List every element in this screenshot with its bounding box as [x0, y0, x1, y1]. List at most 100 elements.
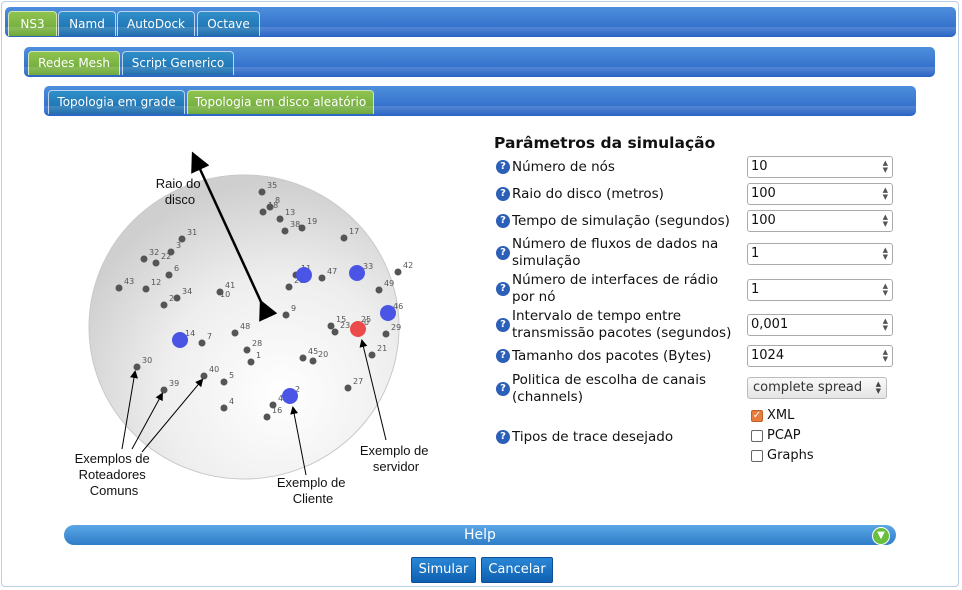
spinner-arrows-icon[interactable]: ▲ ▼ [883, 318, 888, 332]
help-icon[interactable]: ? [496, 382, 510, 396]
router-node [344, 384, 352, 392]
node-number-label: 6 [174, 264, 179, 273]
node-number-label: 7 [207, 332, 212, 341]
router-node [331, 328, 339, 336]
radius-input[interactable]: 100 ▲ ▼ [747, 183, 893, 205]
pcap-checkbox[interactable] [751, 430, 763, 442]
input-value: 100 [751, 213, 776, 228]
help-icon[interactable]: ? [496, 187, 510, 201]
tab-topologia-disco[interactable]: Topologia em disco aleatório [187, 90, 374, 114]
param-label: Número de nós [512, 159, 615, 175]
input-value: 100 [751, 186, 776, 201]
input-value: 10 [751, 159, 768, 174]
router-node [167, 248, 175, 256]
router-node [231, 329, 239, 337]
time-input[interactable]: 100 ▲ ▼ [747, 210, 893, 232]
router-node [263, 413, 271, 421]
router-node [160, 386, 168, 394]
router-node [298, 224, 306, 232]
node-number-label: 26 [169, 294, 179, 303]
help-icon[interactable]: ? [496, 349, 510, 363]
checkbox-label: Graphs [767, 448, 814, 463]
tab-redes-mesh[interactable]: Redes Mesh [28, 51, 120, 75]
node-number-label: 20 [318, 350, 328, 359]
tab-octave[interactable]: Octave [197, 11, 260, 36]
node-number-label: 12 [151, 278, 161, 287]
params-title: Parâmetros da simulação [494, 134, 716, 152]
node-number-label: 10 [220, 290, 230, 299]
router-node [140, 255, 148, 263]
node-number-label: 16 [272, 406, 282, 415]
client-node [282, 388, 298, 404]
xml-checkbox[interactable]: ✓ [751, 410, 763, 422]
node-number-label: 34 [182, 287, 192, 296]
router-node [152, 259, 160, 267]
help-icon[interactable]: ? [496, 246, 510, 260]
topology-diagram: 3518813381931173222364312342641101147334… [75, 151, 432, 506]
cancel-button[interactable]: Cancelar [481, 557, 553, 583]
node-number-label: 8 [275, 196, 280, 205]
input-value: 1 [751, 282, 760, 297]
server-label: Exemplo de servidor [360, 443, 432, 474]
node-number-label: 39 [169, 379, 179, 388]
tab-namd[interactable]: Namd [58, 11, 116, 36]
router-node [247, 358, 255, 366]
router-node [394, 268, 402, 276]
router-node [282, 311, 290, 319]
blue-node [380, 305, 396, 321]
spinner-arrows-icon[interactable]: ▲ ▼ [883, 214, 888, 228]
interfaces-input[interactable]: 1 ▲ ▼ [747, 279, 893, 301]
sub-tabbar: Redes Mesh Script Generico [24, 47, 935, 77]
router-node [281, 227, 289, 235]
tab-topologia-grade[interactable]: Topologia em grade [48, 90, 185, 114]
interval-input[interactable]: 0,001 ▲ ▼ [747, 314, 893, 336]
param-label-line: (channels) [512, 389, 583, 405]
param-label-line: Número de fluxos de dados na [512, 236, 719, 252]
tab-ns3[interactable]: NS3 [8, 11, 57, 36]
nodes-input[interactable]: 10 ▲ ▼ [747, 156, 893, 178]
param-label: Número de fluxos de dados na simulação [512, 236, 718, 270]
policy-select[interactable]: complete spread ▲ ▼ [747, 377, 887, 399]
flows-input[interactable]: 1 ▲ ▼ [747, 243, 893, 265]
param-label-line: por nó [512, 289, 556, 305]
node-number-label: 41 [225, 281, 235, 290]
spinner-arrows-icon[interactable]: ▲ ▼ [883, 187, 888, 201]
node-number-label: 33 [363, 262, 373, 271]
router-node [318, 274, 326, 282]
tab-autodock[interactable]: AutoDock [117, 11, 195, 36]
graphs-checkbox[interactable] [751, 450, 763, 462]
help-accordion[interactable]: Help ▼ [64, 525, 896, 545]
help-icon[interactable]: ? [496, 318, 510, 332]
node-number-label: 19 [307, 217, 317, 226]
param-label-line: Politica de escolha de canais [512, 372, 706, 388]
router-node [243, 346, 251, 354]
checkbox-label: PCAP [767, 428, 801, 443]
packet-input[interactable]: 1024 ▲ ▼ [747, 345, 893, 367]
routers-label: Exemplos de Roteadores Comuns [75, 451, 154, 498]
node-number-label: 5 [229, 371, 234, 380]
param-label: Tempo de simulação (segundos) [512, 213, 730, 229]
main-tabbar: NS3 Namd AutoDock Octave [5, 7, 956, 37]
router-node [266, 203, 274, 211]
param-label: Politica de escolha de canais (channels) [512, 372, 706, 406]
help-icon[interactable]: ? [496, 160, 510, 174]
spinner-arrows-icon[interactable]: ▲ ▼ [883, 160, 888, 174]
node-number-label: 21 [377, 344, 387, 353]
router-node [299, 354, 307, 362]
node-number-label: 1 [256, 351, 261, 360]
spinner-arrows-icon[interactable]: ▲ ▼ [883, 283, 888, 297]
param-label: Intervalo de tempo entre transmissão paco… [512, 308, 731, 342]
node-number-label: 35 [267, 181, 277, 190]
spinner-arrows-icon[interactable]: ▲ ▼ [883, 247, 888, 261]
param-label-line: simulação [512, 253, 581, 269]
help-icon[interactable]: ? [496, 430, 510, 444]
router-node [165, 271, 173, 279]
router-node [200, 372, 208, 380]
help-icon[interactable]: ? [496, 214, 510, 228]
spinner-arrows-icon[interactable]: ▲ ▼ [883, 349, 888, 363]
help-icon[interactable]: ? [496, 282, 510, 296]
tab-script-generico[interactable]: Script Generico [122, 51, 234, 75]
input-value: 0,001 [751, 317, 789, 332]
expand-arrow-icon[interactable]: ▼ [872, 527, 890, 545]
simulate-button[interactable]: Simular [411, 557, 476, 583]
